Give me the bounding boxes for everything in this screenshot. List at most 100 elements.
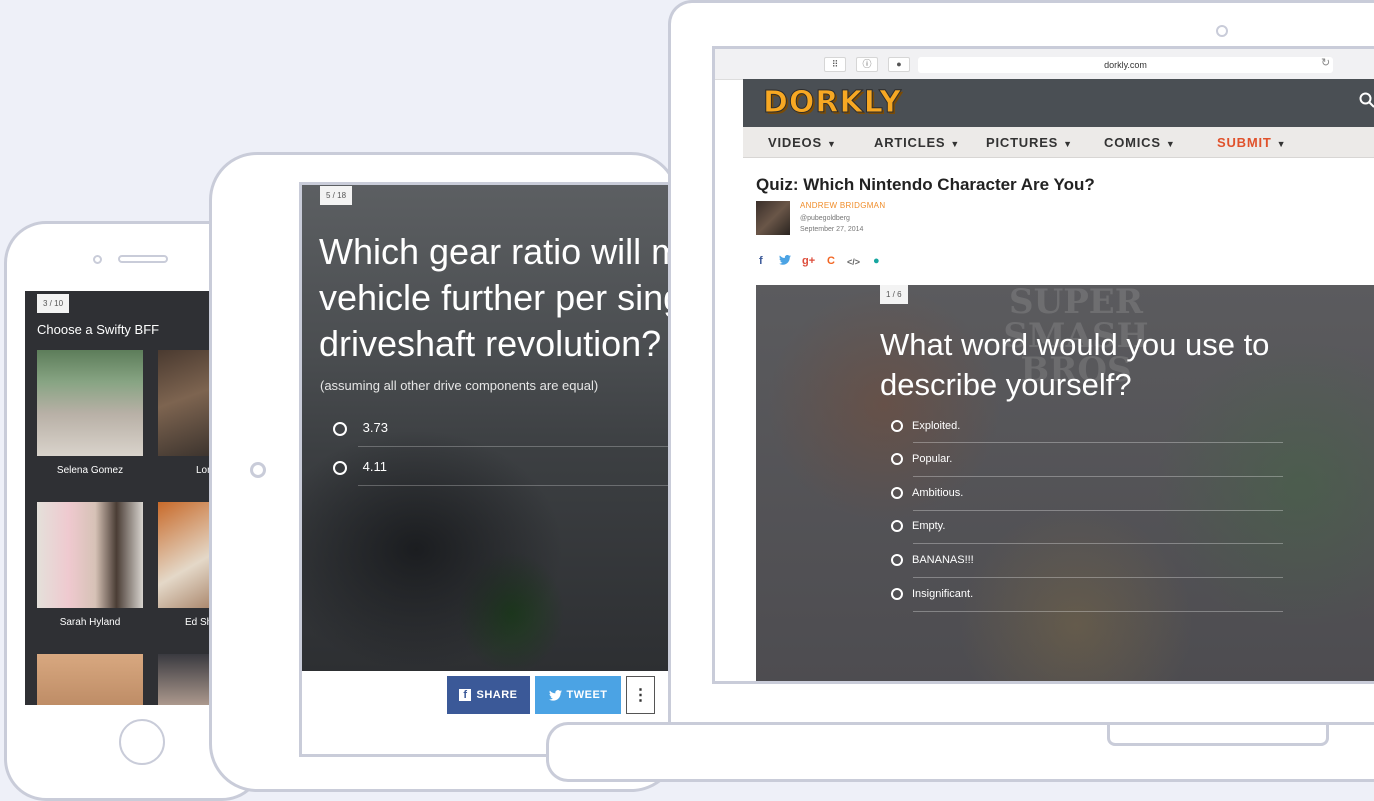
answer-label: Popular. bbox=[912, 453, 952, 465]
comment-icon[interactable]: ● bbox=[873, 255, 880, 267]
info-icon[interactable]: ⓘ bbox=[856, 57, 878, 72]
nav-item-articles[interactable]: ARTICLES▼ bbox=[874, 135, 960, 150]
answer-option[interactable]: 4.11 bbox=[333, 459, 387, 475]
twitter-icon[interactable] bbox=[779, 255, 791, 268]
answer-label: Exploited. bbox=[912, 420, 960, 432]
tweet-button[interactable]: TWEET bbox=[535, 676, 621, 714]
author-handle: @pubegoldberg bbox=[800, 215, 850, 222]
divider bbox=[913, 442, 1283, 443]
google-plus-icon[interactable]: g+ bbox=[802, 255, 815, 267]
answer-card[interactable]: Sarah Hyland bbox=[37, 502, 143, 628]
twitter-icon bbox=[549, 690, 562, 701]
divider bbox=[358, 446, 679, 447]
answer-option[interactable]: Insignificant. bbox=[891, 588, 973, 600]
divider bbox=[913, 543, 1283, 544]
divider bbox=[913, 476, 1283, 477]
browser-toolbar: ⠿ ⓘ ● dorkly.com ↻ bbox=[715, 49, 1374, 80]
caret-down-icon: ▼ bbox=[827, 139, 837, 149]
answer-label: Selena Gomez bbox=[37, 465, 143, 476]
more-icon: ⋮ bbox=[633, 685, 649, 705]
answer-photo bbox=[37, 502, 143, 608]
reload-icon[interactable]: ↻ bbox=[1321, 56, 1330, 69]
facebook-icon[interactable]: f bbox=[759, 255, 763, 267]
answer-photo bbox=[37, 654, 143, 705]
phone-speaker bbox=[118, 255, 168, 263]
question-counter: 1 / 6 bbox=[880, 285, 908, 304]
search-icon[interactable] bbox=[1359, 92, 1374, 108]
author-name[interactable]: ANDREW BRIDGMAN bbox=[800, 201, 885, 210]
share-button[interactable]: f SHARE bbox=[447, 676, 530, 714]
divider bbox=[358, 485, 679, 486]
tablet-home-button bbox=[250, 462, 266, 478]
quiz-question: Choose a Swifty BFF bbox=[37, 322, 159, 337]
site-header: DORKLY bbox=[743, 79, 1374, 127]
c-icon[interactable]: C bbox=[827, 255, 835, 267]
answer-option[interactable]: Popular. bbox=[891, 453, 952, 465]
nav-label: VIDEOS bbox=[768, 135, 822, 150]
phone-screen: 3 / 10 Choose a Swifty BFF Selena Gomez … bbox=[25, 291, 225, 705]
phone-camera bbox=[93, 255, 102, 264]
answer-label: BANANAS!!! bbox=[912, 554, 974, 566]
home-button bbox=[119, 719, 165, 765]
tablet-screen: 5 / 18 Which gear ratio will move your v… bbox=[299, 182, 679, 757]
caret-down-icon: ▼ bbox=[950, 139, 960, 149]
quiz-question: What word would you use to describe your… bbox=[880, 325, 1300, 405]
answer-label: 4.11 bbox=[363, 459, 387, 474]
tablet-device: 5 / 18 Which gear ratio will move your v… bbox=[209, 152, 679, 792]
radio-icon bbox=[891, 588, 903, 600]
radio-icon bbox=[891, 554, 903, 566]
facebook-icon: f bbox=[459, 689, 471, 701]
article-title: Quiz: Which Nintendo Character Are You? bbox=[756, 175, 1095, 195]
answer-photo bbox=[37, 350, 143, 456]
radio-icon bbox=[891, 453, 903, 465]
laptop-screen: ⠿ ⓘ ● dorkly.com ↻ DORKLY VIDEOS ▼ ARTICL… bbox=[712, 46, 1374, 684]
answer-option[interactable]: BANANAS!!! bbox=[891, 554, 974, 566]
caret-down-icon: ▼ bbox=[1063, 139, 1073, 149]
caret-down-icon: ▼ bbox=[1166, 139, 1176, 149]
answer-option[interactable]: 3.73 bbox=[333, 420, 388, 436]
share-label: SHARE bbox=[476, 689, 517, 701]
answer-label: 3.73 bbox=[363, 420, 388, 435]
divider bbox=[913, 611, 1283, 612]
answer-option[interactable]: Ambitious. bbox=[891, 487, 963, 499]
more-options-button[interactable]: ⋮ bbox=[626, 676, 655, 714]
radio-icon bbox=[891, 520, 903, 532]
laptop-camera bbox=[1216, 25, 1228, 37]
grid-icon[interactable]: ⠿ bbox=[824, 57, 846, 72]
tweet-label: TWEET bbox=[567, 689, 608, 701]
nav-item-pictures[interactable]: PICTURES ▼ bbox=[986, 135, 1073, 150]
caret-down-icon: ▼ bbox=[1277, 139, 1287, 149]
main-nav: VIDEOS ▼ ARTICLES▼ PICTURES ▼ COMICS ▼ SUBM… bbox=[743, 127, 1374, 158]
question-counter: 5 / 18 bbox=[320, 186, 352, 205]
publish-date: September 27, 2014 bbox=[800, 226, 863, 233]
address-bar[interactable]: dorkly.com bbox=[918, 57, 1333, 73]
answer-label: Ambitious. bbox=[912, 487, 963, 499]
site-logo[interactable]: DORKLY bbox=[763, 85, 902, 120]
radio-icon bbox=[333, 461, 347, 475]
embed-icon[interactable]: </> bbox=[847, 257, 860, 267]
answer-card[interactable]: Selena Gomez bbox=[37, 350, 143, 476]
nav-item-submit[interactable]: SUBMIT▼ bbox=[1217, 135, 1286, 150]
answer-card[interactable] bbox=[37, 654, 143, 705]
divider bbox=[913, 577, 1283, 578]
radio-icon bbox=[891, 487, 903, 499]
answer-label: Insignificant. bbox=[912, 588, 973, 600]
answer-label: Empty. bbox=[912, 520, 945, 532]
quiz-question: Which gear ratio will move your vehicle … bbox=[319, 229, 679, 367]
laptop-device: ⠿ ⓘ ● dorkly.com ↻ DORKLY VIDEOS ▼ ARTICL… bbox=[668, 0, 1374, 725]
quiz-subtitle: (assuming all other drive components are… bbox=[320, 378, 598, 393]
nav-label: COMICS bbox=[1104, 135, 1161, 150]
answer-option[interactable]: Empty. bbox=[891, 520, 945, 532]
nav-item-videos[interactable]: VIDEOS ▼ bbox=[768, 135, 837, 150]
answer-option[interactable]: Exploited. bbox=[891, 420, 960, 432]
quiz-hero: 5 / 18 Which gear ratio will move your v… bbox=[302, 185, 679, 671]
radio-icon bbox=[891, 420, 903, 432]
divider bbox=[913, 510, 1283, 511]
nav-item-comics[interactable]: COMICS ▼ bbox=[1104, 135, 1176, 150]
nav-label: PICTURES bbox=[986, 135, 1058, 150]
shield-icon[interactable]: ● bbox=[888, 57, 910, 72]
radio-icon bbox=[333, 422, 347, 436]
quiz-hero: SUPER SMASH BROS 1 / 6 What word would y… bbox=[756, 285, 1374, 684]
question-counter: 3 / 10 bbox=[37, 294, 69, 313]
author-avatar[interactable] bbox=[756, 201, 790, 235]
